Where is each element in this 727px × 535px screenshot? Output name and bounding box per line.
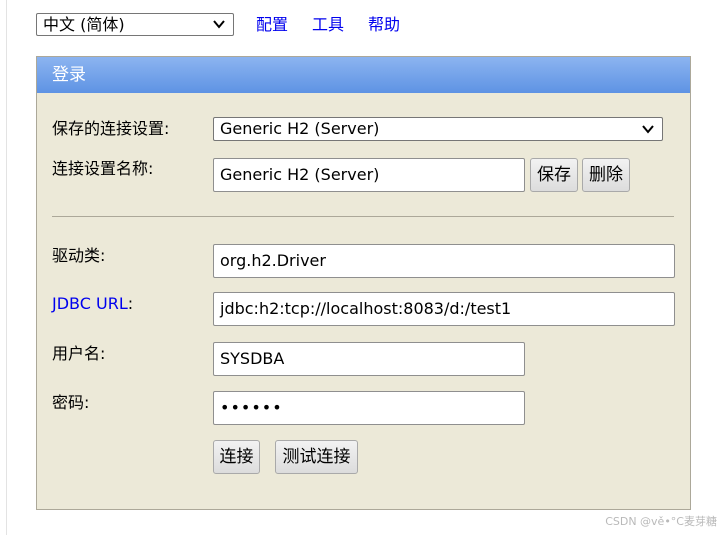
test-connection-button[interactable]: 测试连接: [275, 440, 358, 474]
username-input[interactable]: SYSDBA: [213, 342, 525, 376]
save-button[interactable]: 保存: [530, 158, 578, 192]
username-label: 用户名:: [52, 344, 106, 363]
password-label: 密码:: [52, 393, 90, 412]
jdbc-url-label: JDBC URL:: [52, 293, 133, 315]
setting-name-input[interactable]: Generic H2 (Server): [213, 158, 525, 192]
driver-class-label: 驱动类:: [52, 246, 106, 265]
jdbc-url-input[interactable]: jdbc:h2:tcp://localhost:8083/d:/test1: [213, 292, 675, 326]
watermark: CSDN @vě•°C麦芽糖: [605, 515, 717, 528]
saved-settings-select[interactable]: Generic H2 (Server): [213, 117, 663, 141]
chevron-down-icon: [642, 125, 654, 134]
nav-link-help[interactable]: 帮助: [368, 13, 400, 36]
saved-settings-select-value: Generic H2 (Server): [220, 119, 380, 138]
nav-link-tools[interactable]: 工具: [312, 13, 344, 36]
setting-name-label: 连接设置名称:: [52, 159, 154, 178]
language-select[interactable]: 中文 (简体): [36, 13, 234, 36]
login-panel-title: 登录: [37, 57, 690, 93]
nav-link-preferences[interactable]: 配置: [256, 13, 288, 36]
saved-settings-label: 保存的连接设置:: [52, 119, 170, 138]
connect-button[interactable]: 连接: [213, 440, 260, 474]
language-select-value: 中文 (简体): [43, 15, 125, 34]
login-panel: 登录 保存的连接设置: Generic H2 (Server) 连接设置名称: …: [36, 56, 691, 510]
password-input[interactable]: ••••••: [213, 391, 525, 425]
jdbc-url-help-link[interactable]: JDBC URL: [52, 294, 128, 313]
jdbc-url-colon: :: [127, 294, 134, 313]
delete-button[interactable]: 删除: [582, 158, 630, 192]
chevron-down-icon: [213, 20, 225, 29]
driver-class-input[interactable]: org.h2.Driver: [213, 244, 675, 278]
divider: [52, 216, 674, 217]
page-left-border: [6, 0, 7, 535]
